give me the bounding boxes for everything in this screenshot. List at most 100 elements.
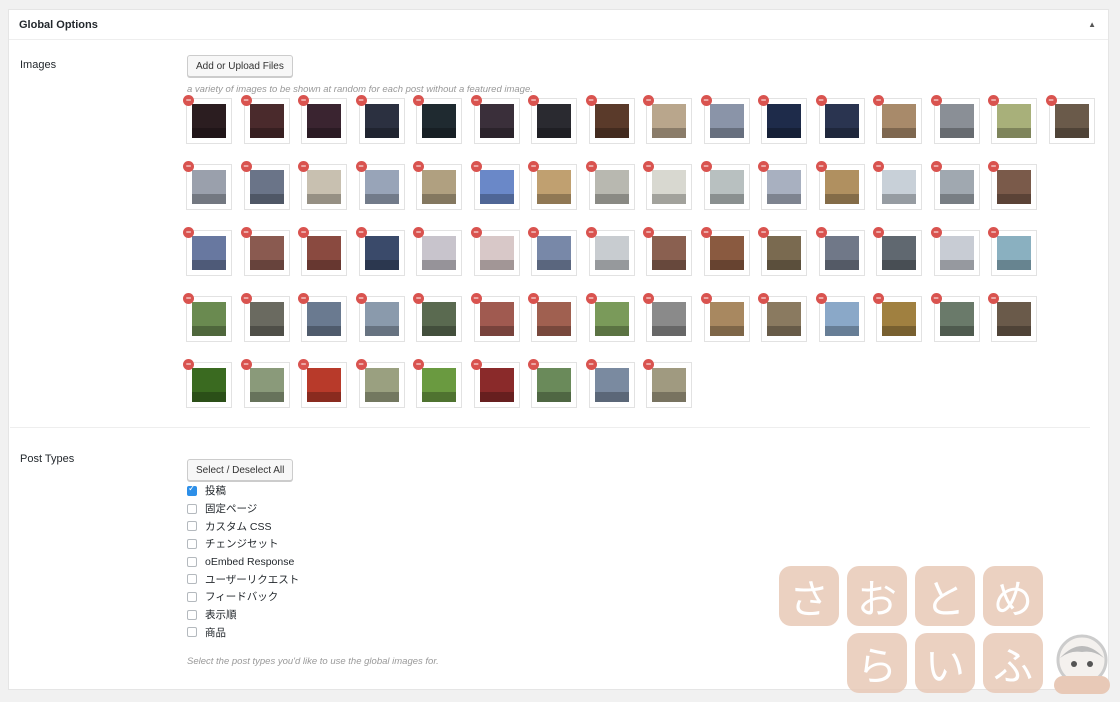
remove-image-icon[interactable]: − bbox=[700, 293, 712, 304]
image-thumbnail[interactable]: − bbox=[585, 95, 635, 144]
remove-image-icon[interactable]: − bbox=[815, 161, 827, 172]
remove-image-icon[interactable]: − bbox=[643, 161, 654, 172]
image-thumbnail[interactable]: − bbox=[240, 95, 290, 144]
image-thumbnail[interactable]: − bbox=[413, 227, 462, 276]
image-thumbnail[interactable]: − bbox=[355, 359, 405, 408]
image-thumbnail[interactable]: − bbox=[183, 161, 232, 210]
image-thumbnail[interactable]: − bbox=[815, 95, 865, 144]
image-thumbnail[interactable]: − bbox=[930, 227, 980, 276]
post-type-checkbox[interactable] bbox=[187, 484, 197, 496]
remove-image-icon[interactable]: − bbox=[183, 227, 194, 238]
remove-image-icon[interactable]: − bbox=[183, 293, 194, 304]
image-thumbnail[interactable]: − bbox=[413, 95, 462, 144]
image-thumbnail[interactable]: − bbox=[470, 227, 520, 276]
image-thumbnail[interactable]: − bbox=[240, 293, 290, 342]
post-type-option[interactable]: oEmbed Response bbox=[187, 553, 299, 571]
image-thumbnail[interactable]: − bbox=[240, 161, 290, 210]
remove-image-icon[interactable]: − bbox=[355, 227, 367, 238]
image-thumbnail[interactable]: − bbox=[585, 293, 635, 342]
image-thumbnail[interactable]: − bbox=[355, 161, 405, 210]
post-type-option[interactable]: チェンジセット bbox=[187, 535, 299, 553]
remove-image-icon[interactable]: − bbox=[988, 161, 999, 172]
image-thumbnail[interactable]: − bbox=[815, 227, 865, 276]
remove-image-icon[interactable]: − bbox=[413, 359, 424, 370]
image-thumbnail[interactable]: − bbox=[758, 95, 807, 144]
image-thumbnail[interactable]: − bbox=[873, 293, 922, 342]
remove-image-icon[interactable]: − bbox=[470, 359, 482, 370]
remove-image-icon[interactable]: − bbox=[355, 95, 367, 106]
remove-image-icon[interactable]: − bbox=[240, 95, 252, 106]
image-thumbnail[interactable]: − bbox=[298, 95, 347, 144]
post-type-option[interactable]: ユーザーリクエスト bbox=[187, 570, 299, 588]
image-thumbnail[interactable]: − bbox=[930, 95, 980, 144]
remove-image-icon[interactable]: − bbox=[413, 95, 424, 106]
remove-image-icon[interactable]: − bbox=[1045, 95, 1057, 106]
post-type-option[interactable]: 表示順 bbox=[187, 606, 299, 624]
image-thumbnail[interactable]: − bbox=[585, 359, 635, 408]
remove-image-icon[interactable]: − bbox=[930, 95, 942, 106]
post-type-checkbox[interactable] bbox=[187, 538, 197, 549]
image-thumbnail[interactable]: − bbox=[585, 227, 635, 276]
image-thumbnail[interactable]: − bbox=[355, 293, 405, 342]
remove-image-icon[interactable]: − bbox=[240, 293, 252, 304]
image-thumbnail[interactable]: − bbox=[470, 293, 520, 342]
post-type-checkbox[interactable] bbox=[187, 591, 197, 602]
remove-image-icon[interactable]: − bbox=[355, 293, 367, 304]
remove-image-icon[interactable]: − bbox=[873, 227, 884, 238]
remove-image-icon[interactable]: − bbox=[815, 227, 827, 238]
remove-image-icon[interactable]: − bbox=[585, 95, 597, 106]
image-thumbnail[interactable]: − bbox=[298, 293, 347, 342]
remove-image-icon[interactable]: − bbox=[298, 227, 309, 238]
remove-image-icon[interactable]: − bbox=[355, 359, 367, 370]
remove-image-icon[interactable]: − bbox=[470, 227, 482, 238]
image-thumbnail[interactable]: − bbox=[873, 95, 922, 144]
image-thumbnail[interactable]: − bbox=[528, 95, 577, 144]
image-thumbnail[interactable]: − bbox=[643, 95, 692, 144]
image-thumbnail[interactable]: − bbox=[355, 227, 405, 276]
remove-image-icon[interactable]: − bbox=[413, 227, 424, 238]
post-type-checkbox[interactable] bbox=[187, 521, 197, 532]
remove-image-icon[interactable]: − bbox=[988, 95, 999, 106]
image-thumbnail[interactable]: − bbox=[988, 293, 1037, 342]
image-thumbnail[interactable]: − bbox=[930, 161, 980, 210]
remove-image-icon[interactable]: − bbox=[413, 161, 424, 172]
remove-image-icon[interactable]: − bbox=[240, 161, 252, 172]
remove-image-icon[interactable]: − bbox=[240, 227, 252, 238]
image-thumbnail[interactable]: − bbox=[528, 227, 577, 276]
image-thumbnail[interactable]: − bbox=[700, 293, 750, 342]
post-type-checkbox[interactable] bbox=[187, 556, 197, 567]
image-thumbnail[interactable]: − bbox=[528, 359, 577, 408]
image-thumbnail[interactable]: − bbox=[528, 293, 577, 342]
remove-image-icon[interactable]: − bbox=[470, 293, 482, 304]
image-thumbnail[interactable]: − bbox=[413, 359, 462, 408]
remove-image-icon[interactable]: − bbox=[413, 293, 424, 304]
post-type-option[interactable]: 投稿 bbox=[187, 482, 299, 500]
image-thumbnail[interactable]: − bbox=[183, 95, 232, 144]
remove-image-icon[interactable]: − bbox=[183, 359, 194, 370]
image-thumbnail[interactable]: − bbox=[815, 293, 865, 342]
remove-image-icon[interactable]: − bbox=[873, 95, 884, 106]
remove-image-icon[interactable]: − bbox=[528, 95, 539, 106]
image-thumbnail[interactable]: − bbox=[873, 161, 922, 210]
remove-image-icon[interactable]: − bbox=[700, 161, 712, 172]
remove-image-icon[interactable]: − bbox=[585, 227, 597, 238]
remove-image-icon[interactable]: − bbox=[585, 293, 597, 304]
post-type-checkbox[interactable] bbox=[187, 609, 197, 620]
remove-image-icon[interactable]: − bbox=[643, 359, 654, 370]
image-thumbnail[interactable]: − bbox=[355, 95, 405, 144]
post-type-option[interactable]: フィードバック bbox=[187, 588, 299, 606]
remove-image-icon[interactable]: − bbox=[988, 293, 999, 304]
post-type-option[interactable]: 固定ページ bbox=[187, 500, 299, 518]
remove-image-icon[interactable]: − bbox=[988, 227, 999, 238]
image-thumbnail[interactable]: − bbox=[298, 359, 347, 408]
image-thumbnail[interactable]: − bbox=[758, 293, 807, 342]
image-thumbnail[interactable]: − bbox=[470, 161, 520, 210]
image-thumbnail[interactable]: − bbox=[183, 359, 232, 408]
image-thumbnail[interactable]: − bbox=[1045, 95, 1095, 144]
image-thumbnail[interactable]: − bbox=[183, 227, 232, 276]
image-thumbnail[interactable]: − bbox=[700, 95, 750, 144]
post-type-option[interactable]: 商品 bbox=[187, 624, 299, 642]
select-deselect-all-button[interactable]: Select / Deselect All bbox=[187, 459, 294, 481]
image-thumbnail[interactable]: − bbox=[873, 227, 922, 276]
remove-image-icon[interactable]: − bbox=[528, 359, 539, 370]
